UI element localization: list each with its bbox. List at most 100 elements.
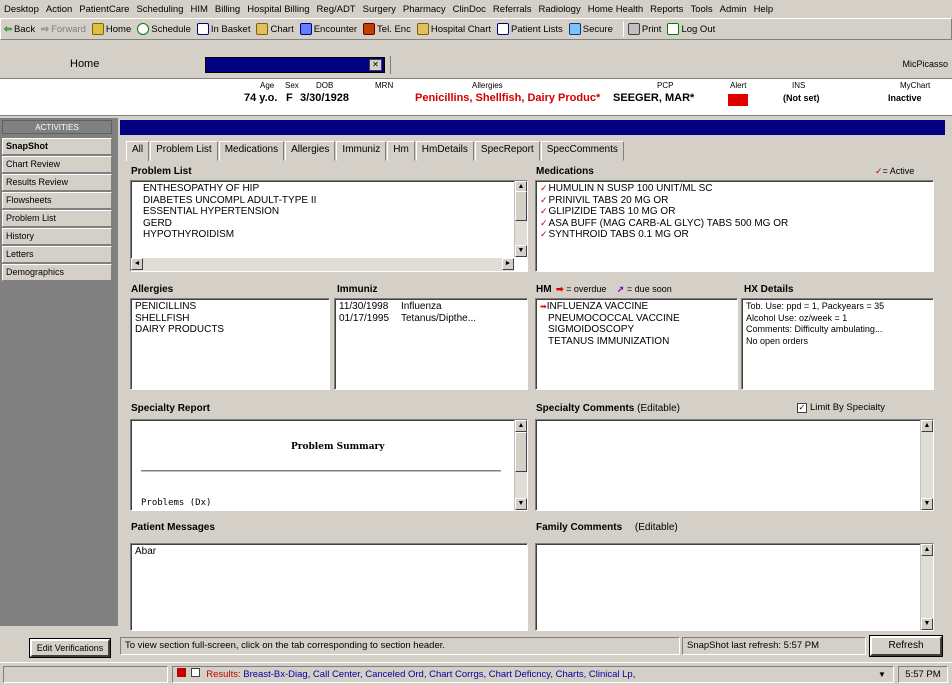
problem-list-header[interactable]: Problem List [131,166,192,177]
hx-details-header[interactable]: HX Details [744,284,793,295]
list-item[interactable]: SIGMOIDOSCOPY [540,324,733,336]
ticker-dropdown-icon[interactable]: ▼ [875,667,889,682]
tab-problem-list[interactable]: Problem List [150,141,218,161]
list-item[interactable]: ✓SYNTHROID TABS 0.1 MG OR [540,229,929,241]
menu-item-billing[interactable]: Billing [215,4,240,15]
tab-all[interactable]: All [126,141,150,161]
list-item[interactable]: ✓ASA BUFF (MAG CARB-AL GLYC) TABS 500 MG… [540,218,929,230]
alert-icon[interactable] [728,94,748,106]
patient-messages-box[interactable]: Abar [130,543,528,631]
tel-enc-button[interactable]: Tel. Enc [363,23,411,35]
menu-item-patientcare[interactable]: PatientCare [79,4,129,15]
scroll-down-icon[interactable]: ▼ [515,245,527,257]
nav-item-history[interactable]: History [2,228,112,245]
patient-allergies[interactable]: Penicillins, Shellfish, Dairy Produc* [415,92,600,104]
encounter-button[interactable]: Encounter [299,23,357,35]
list-item[interactable]: DIABETES UNCOMPL ADULT-TYPE II [135,195,523,207]
scroll-down-icon[interactable]: ▼ [921,498,933,510]
scroll-thumb[interactable] [515,432,527,472]
menu-item-clindoc[interactable]: ClinDoc [453,4,486,15]
forward-button[interactable]: ⇨ Forward [41,24,86,35]
nav-item-problem-list[interactable]: Problem List [2,210,112,227]
back-button[interactable]: ⇦ Back [4,24,35,35]
scroll-down-icon[interactable]: ▼ [921,618,933,630]
menu-item-home-health[interactable]: Home Health [588,4,643,15]
nav-item-letters[interactable]: Letters [2,246,112,263]
menu-item-hospital-billing[interactable]: Hospital Billing [247,4,309,15]
list-item[interactable]: 11/30/1998 Influenza [339,301,523,313]
refresh-button[interactable]: Refresh [869,635,943,657]
nav-item-flowsheets[interactable]: Flowsheets [2,192,112,209]
scroll-down-icon[interactable]: ▼ [515,498,527,510]
menu-item-pharmacy[interactable]: Pharmacy [403,4,446,15]
patient-messages-header[interactable]: Patient Messages [131,522,215,533]
list-item[interactable]: ESSENTIAL HYPERTENSION [135,206,523,218]
tab-hmdetails[interactable]: HmDetails [415,141,474,161]
menu-item-tools[interactable]: Tools [690,4,712,15]
menu-item-reg-adt[interactable]: Reg/ADT [317,4,356,15]
edit-verifications-button[interactable]: Edit Verifications [29,638,111,658]
menu-item-reports[interactable]: Reports [650,4,683,15]
list-item[interactable]: DAIRY PRODUCTS [135,324,325,336]
list-item[interactable]: 01/17/1995 Tetanus/Dipthe... [339,313,523,325]
scrollbar[interactable]: ▲ ▼ [920,544,933,630]
tab-speccomments[interactable]: SpecComments [540,141,624,161]
specialty-report-header[interactable]: Specialty Report [131,403,210,414]
nav-item-chart-review[interactable]: Chart Review [2,156,112,173]
menu-item-action[interactable]: Action [46,4,72,15]
scrollbar[interactable]: ▲ ▼ [514,181,527,257]
tab-medications[interactable]: Medications [218,141,285,161]
list-item[interactable]: ENTHESOPATHY OF HIP [135,183,523,195]
specialty-comments-header[interactable]: Specialty Comments (Editable) [536,403,680,414]
scrollbar[interactable]: ▲ ▼ [920,420,933,510]
specialty-comments-box[interactable]: ▲ ▼ [535,419,934,511]
logout-button[interactable]: Log Out [667,23,715,35]
print-button[interactable]: Print [627,23,661,35]
menu-item-help[interactable]: Help [754,4,774,15]
list-item[interactable]: HYPOTHYROIDISM [135,229,523,241]
results-ticker[interactable]: Results: Breast-Bx-Diag, Call Center, Ca… [172,666,894,683]
horizontal-scrollbar[interactable]: ◄ ► [131,258,514,271]
menu-item-him[interactable]: HIM [190,4,207,15]
menu-item-admin[interactable]: Admin [720,4,747,15]
medications-header[interactable]: Medications [536,166,594,177]
list-item[interactable]: PNEUMOCOCCAL VACCINE [540,313,733,325]
hm-header[interactable]: HM [536,284,552,295]
nav-item-snapshot[interactable]: SnapShot [2,138,112,155]
secure-button[interactable]: Secure [568,23,613,35]
tab-immuniz[interactable]: Immuniz [336,141,387,161]
immuniz-header[interactable]: Immuniz [337,284,378,295]
inbasket-button[interactable]: In Basket [196,23,250,35]
patient-search-field[interactable]: ✕ [205,57,385,73]
limit-by-specialty-checkbox[interactable]: ✓ Limit By Specialty [797,402,885,413]
menu-item-referrals[interactable]: Referrals [493,4,532,15]
list-item[interactable]: PENICILLINS [135,301,325,313]
home-button[interactable]: Home [91,23,131,35]
menu-item-radiology[interactable]: Radiology [538,4,580,15]
scroll-up-icon[interactable]: ▲ [921,420,933,432]
scroll-up-icon[interactable]: ▲ [515,420,527,432]
list-item[interactable]: ✓GLIPIZIDE TABS 10 MG OR [540,206,929,218]
list-item[interactable]: SHELLFISH [135,313,325,325]
allergies-header[interactable]: Allergies [131,284,173,295]
nav-item-results-review[interactable]: Results Review [2,174,112,191]
list-item[interactable]: ➡INFLUENZA VACCINE [540,301,733,313]
scroll-left-icon[interactable]: ◄ [131,258,143,270]
patient-lists-button[interactable]: Patient Lists [497,23,563,35]
scrollbar[interactable]: ▲ ▼ [514,420,527,510]
family-comments-header[interactable]: Family Comments (Editable) [536,522,678,533]
menu-item-surgery[interactable]: Surgery [363,4,396,15]
close-icon[interactable]: ✕ [369,59,382,71]
list-item[interactable]: TETANUS IMMUNIZATION [540,336,733,348]
tab-specreport[interactable]: SpecReport [474,141,540,161]
scroll-up-icon[interactable]: ▲ [921,544,933,556]
schedule-button[interactable]: Schedule [137,23,191,35]
tab-hm[interactable]: Hm [387,141,415,161]
chart-button[interactable]: Chart [256,23,294,35]
scroll-thumb[interactable] [515,191,527,221]
hospital-chart-button[interactable]: Hospital Chart [416,23,491,35]
menu-item-scheduling[interactable]: Scheduling [136,4,183,15]
list-item[interactable]: GERD [135,218,523,230]
family-comments-box[interactable]: ▲ ▼ [535,543,934,631]
list-item[interactable]: ✓HUMULIN N SUSP 100 UNIT/ML SC [540,183,929,195]
